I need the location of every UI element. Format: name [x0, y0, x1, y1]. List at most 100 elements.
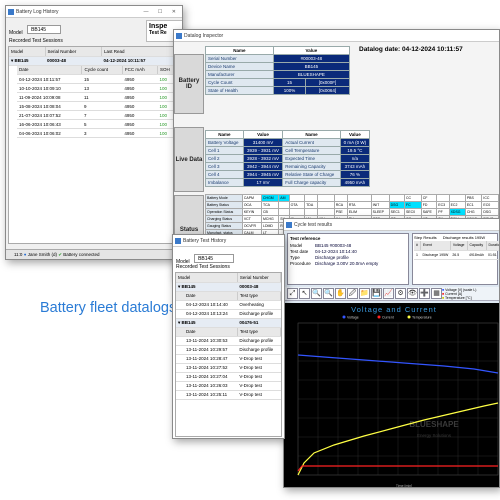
legend-temperature: Temperature	[412, 316, 432, 320]
status-flag: SAFE	[420, 208, 438, 216]
status-flag: OTA	[288, 201, 306, 209]
status-flag: EC3	[436, 201, 450, 209]
status-flag	[304, 208, 319, 216]
table-row[interactable]: 13-11-2024 10:29:57 Discharge profile	[176, 345, 281, 355]
status-flag-row: Battery Mode CAPM CHGM AM CC CF PBS ICC	[205, 194, 499, 202]
pan-icon[interactable]: ✋	[335, 288, 346, 299]
status-flag: CF	[420, 194, 438, 202]
window-controls[interactable]: — ☐ ✕	[144, 6, 180, 18]
table-row[interactable]: 21-07-2024 10:07:52 7 4950 100	[17, 110, 179, 120]
col-serial[interactable]: Serial Number	[45, 47, 102, 57]
status-flag: CAPM	[241, 194, 263, 202]
table-row[interactable]: 16-06-2024 10:06:43 5 4950 100	[17, 119, 179, 129]
table-row[interactable]: 13-11-2024 10:27:04 V-Drop test	[176, 372, 281, 382]
status-flag: DSG	[388, 201, 405, 209]
status-time: 11:0	[14, 252, 23, 257]
status-flag: MCHG	[261, 215, 280, 223]
status-flag: INIT	[370, 201, 390, 209]
battery-id-label: Battery ID	[174, 54, 204, 114]
status-flag: TCA	[261, 201, 280, 209]
col-cycle[interactable]: Cycle count	[81, 65, 123, 75]
col-model[interactable]: Model	[9, 47, 46, 57]
draw-icon[interactable]: 🖉	[347, 288, 358, 299]
table-row[interactable]: 04-06-2024 10:06:02 3 4950 100	[17, 128, 179, 138]
test-reference-label: Test reference	[290, 236, 321, 241]
status-flag: RCA	[333, 201, 348, 209]
table-row[interactable]: 04-12-2024 10:14:40 Overheating	[176, 300, 281, 310]
history-grid[interactable]: Model Serial Number ▾ BB145 00003-48 Date T…	[175, 272, 282, 437]
table-row[interactable]: 13-11-2024 10:25:11 V-Drop test	[176, 390, 281, 400]
status-bar: 11:0 ● Jane Smith (d) ✔ Battery connecte…	[6, 249, 182, 259]
table-row[interactable]: 11-09-2024 10:09:08 11 4950 100	[17, 92, 179, 102]
status-flag: SEC0	[403, 208, 422, 216]
legend-current: Current	[382, 316, 394, 320]
col-model[interactable]: Model	[176, 273, 238, 283]
status-flag: CC	[403, 194, 422, 202]
status-user: Jane Smith (d)	[27, 252, 57, 257]
col-date[interactable]: Date	[17, 65, 83, 75]
status-flag: PSE	[333, 208, 348, 216]
status-flag	[448, 194, 466, 202]
status-flag: VCT	[241, 215, 263, 223]
table-row[interactable]: 13-11-2024 10:26:03 V-Drop test	[176, 381, 281, 391]
status-flag: OCVFR	[241, 222, 263, 230]
status-flag: XDSG	[448, 208, 466, 216]
status-flag: SEC1	[388, 208, 405, 216]
status-flag	[278, 208, 290, 216]
x-axis-label: Time [min]	[396, 484, 412, 488]
status-flag: EC2	[448, 201, 466, 209]
reference-row: Test date 04-12-2024 10:14:40	[290, 249, 357, 254]
grid-icon[interactable]: ▦	[431, 288, 442, 299]
table-row[interactable]: 13-11-2024 10:28:47 V-Drop test	[176, 354, 281, 364]
pointer-icon[interactable]: ↖	[299, 288, 310, 299]
zoom-out-icon[interactable]: 🔍	[323, 288, 334, 299]
status-flag: LDMD	[261, 222, 280, 230]
open-icon[interactable]: 📁	[359, 288, 370, 299]
table-row[interactable]: 13-11-2024 10:27:52 V-Drop test	[176, 363, 281, 373]
live-data-row: Cell 2 3928 - 3932 mV Expected Time n/a	[205, 154, 371, 163]
settings-icon[interactable]: ⚙	[395, 288, 406, 299]
plot-area[interactable]: Voltage and Current Voltage Current Temp…	[284, 303, 499, 488]
group-row[interactable]: ▾ BB145 00003-48 04-12-2024 10:11:57	[9, 56, 179, 66]
table-row[interactable]: 04-12-2024 10:13:24 Discharge profile	[176, 309, 281, 319]
battery-id-row: Serial Number #00003-48	[205, 54, 351, 63]
col-duration: Duration	[486, 241, 499, 251]
user-icon: ●	[23, 252, 27, 257]
table-row[interactable]: 15-08-2024 10:08:04 9 4950 100	[17, 101, 179, 111]
step-row[interactable]: 1 Discharge 195W 26.5 4918mAh 01:51	[414, 250, 499, 260]
page-caption: Battery fleet datalogs	[40, 300, 177, 316]
app-icon	[176, 33, 182, 39]
step-results-label: Step Results	[414, 235, 437, 240]
zoom-in-icon[interactable]: 🔍	[311, 288, 322, 299]
table-row[interactable]: 10-10-2024 10:09:10 13 4950 100	[17, 83, 179, 93]
group-row[interactable]: ▾ BB145 00476-51	[176, 318, 281, 328]
col-fcc[interactable]: FCC mAh	[122, 65, 159, 75]
sessions-grid[interactable]: Model Serial Number Last Read ▾ BB145 00…	[8, 46, 180, 244]
col-lastread[interactable]: Last Read	[101, 47, 179, 57]
discharge-results-label: Discharge results 195W	[442, 235, 486, 240]
status-flag: CB	[261, 208, 280, 216]
col-serial[interactable]: Serial Number	[237, 273, 281, 283]
model-dropdown[interactable]: BB145	[194, 254, 235, 264]
save-icon[interactable]: 💾	[371, 288, 382, 299]
watermark-sub: Energy Solutions	[417, 433, 452, 438]
status-flag: PF	[436, 208, 450, 216]
status-flag: EC1	[464, 201, 483, 209]
add-icon[interactable]: ➕	[419, 288, 430, 299]
status-flag	[288, 208, 306, 216]
live-data-row: Cell 1 3939 - 3931 mV Cell Temperature 19.5…	[205, 146, 371, 155]
status-flag: OCA	[241, 201, 263, 209]
battery-log-window: Battery Log History — ☐ ✕ Model BB145 In…	[5, 5, 183, 260]
fit-icon[interactable]: ⤢	[287, 288, 298, 299]
status-flag: RTA	[346, 201, 372, 209]
view-icon[interactable]: 👁	[407, 288, 418, 299]
model-dropdown[interactable]: BB145	[27, 25, 62, 35]
title-bar: Battery Log History — ☐ ✕	[6, 6, 182, 18]
legend-voltage: Voltage	[347, 316, 359, 320]
table-row[interactable]: 04-12-2024 10:11:57 15 4950 100	[17, 74, 179, 84]
group-row[interactable]: ▾ BB145 00003-48	[176, 282, 281, 292]
table-row[interactable]: 13-11-2024 10:30:53 Discharge profile	[176, 336, 281, 346]
battery-id-row: Device Name BB145	[205, 62, 351, 71]
chart-icon[interactable]: 📈	[383, 288, 394, 299]
status-flag: ELIM	[346, 208, 372, 216]
